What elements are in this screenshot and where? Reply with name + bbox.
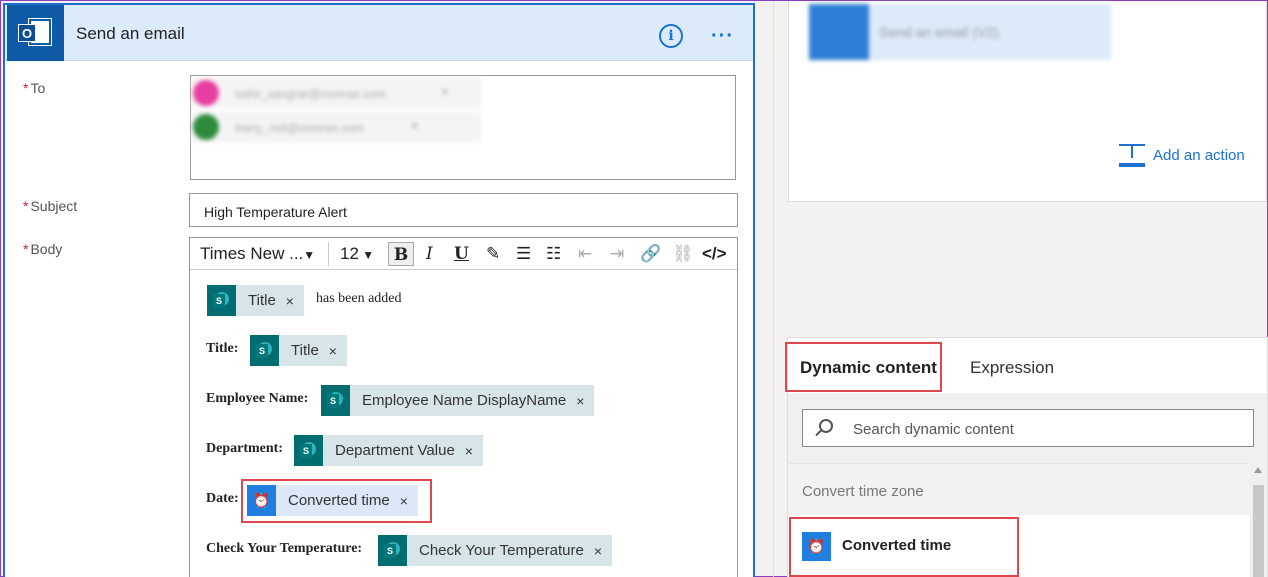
to-field[interactable]: sahir_sangrar@comrax.com × harry_rod@com… [190, 75, 736, 180]
tab-expression[interactable]: Expression [970, 358, 1054, 378]
link-icon[interactable]: 🔗 [640, 242, 661, 266]
bold-button[interactable]: B [388, 242, 414, 266]
outlook-icon: O [7, 5, 64, 61]
add-action-button[interactable]: Add an action [1119, 142, 1245, 168]
italic-button[interactable]: I [426, 242, 433, 266]
scrollbar[interactable] [1250, 463, 1267, 577]
token-department[interactable]: Department Value × [294, 435, 483, 466]
remove-token-icon[interactable]: × [576, 393, 584, 409]
recipient-chip[interactable]: harry_rod@comrax.com × [191, 112, 481, 142]
info-icon[interactable]: i [659, 24, 683, 48]
send-email-card: O Send an email i ··· * To sahir_sangrar@… [3, 3, 755, 577]
remove-token-icon[interactable]: × [465, 443, 473, 459]
card-title: Send an email [76, 24, 185, 43]
card-header[interactable]: O Send an email i ··· [5, 5, 753, 61]
search-area: Search dynamic content [788, 393, 1267, 463]
highlight-box [241, 479, 432, 523]
subject-input[interactable]: High Temperature Alert [189, 193, 738, 227]
remove-token-icon[interactable]: × [286, 293, 294, 309]
search-input[interactable]: Search dynamic content [802, 409, 1254, 447]
sharepoint-icon [321, 385, 350, 416]
body-label-department: Department: [206, 441, 283, 456]
blurred-action[interactable]: Send an email (V2) [809, 4, 1111, 60]
body-label-title: Title: [206, 341, 239, 356]
decrease-indent-icon[interactable]: ⇤ [578, 242, 592, 266]
sharepoint-icon [207, 285, 236, 316]
token-temperature[interactable]: Check Your Temperature × [378, 535, 613, 566]
group-header: Convert time zone [788, 463, 1250, 515]
increase-indent-icon[interactable]: ⇥ [610, 242, 624, 266]
more-options-icon[interactable]: ··· [711, 25, 734, 48]
highlight-icon[interactable]: ✎ [486, 242, 500, 266]
token-employee-name[interactable]: Employee Name DisplayName × [321, 385, 595, 416]
highlight-box [789, 517, 1019, 577]
add-action-icon [1119, 142, 1145, 168]
recipient-chip[interactable]: sahir_sangrar@comrax.com × [191, 78, 481, 108]
body-label-employee: Employee Name: [206, 391, 309, 406]
body-text: has been added [316, 291, 402, 306]
body-label: * Body [23, 241, 63, 257]
font-select[interactable]: Times New ...▼ [200, 242, 315, 266]
pane-divider [773, 1, 774, 577]
bullet-list-icon[interactable]: ☰ [516, 242, 531, 266]
remove-token-icon[interactable]: × [594, 543, 602, 559]
token-title[interactable]: Title × [250, 335, 347, 366]
body-editor[interactable]: Times New ...▼ 12 ▼ B I U ✎ ☰ ☷ ⇤ ⇥ 🔗 ⛓ … [189, 237, 738, 577]
search-icon [819, 419, 833, 433]
highlight-box [785, 342, 942, 392]
subject-label: * Subject [23, 198, 78, 214]
sharepoint-icon [294, 435, 323, 466]
sharepoint-icon [378, 535, 407, 566]
token-title[interactable]: Title × [207, 285, 304, 316]
body-label-date: Date: [206, 491, 239, 506]
remove-token-icon[interactable]: × [329, 343, 337, 359]
numbered-list-icon[interactable]: ☷ [546, 242, 561, 266]
unlink-icon[interactable]: ⛓ [672, 242, 694, 266]
editor-toolbar: Times New ...▼ 12 ▼ B I U ✎ ☰ ☷ ⇤ ⇥ 🔗 ⛓ … [190, 238, 737, 270]
code-view-icon[interactable]: </> [702, 242, 727, 266]
body-label-temperature: Check Your Temperature: [206, 541, 363, 556]
to-label: * To [23, 80, 46, 96]
sharepoint-icon [250, 335, 279, 366]
dynamic-content-panel: Dynamic content Expression Search dynami… [785, 337, 1268, 577]
size-select[interactable]: 12 ▼ [340, 242, 374, 266]
underline-button[interactable]: U [454, 242, 469, 266]
